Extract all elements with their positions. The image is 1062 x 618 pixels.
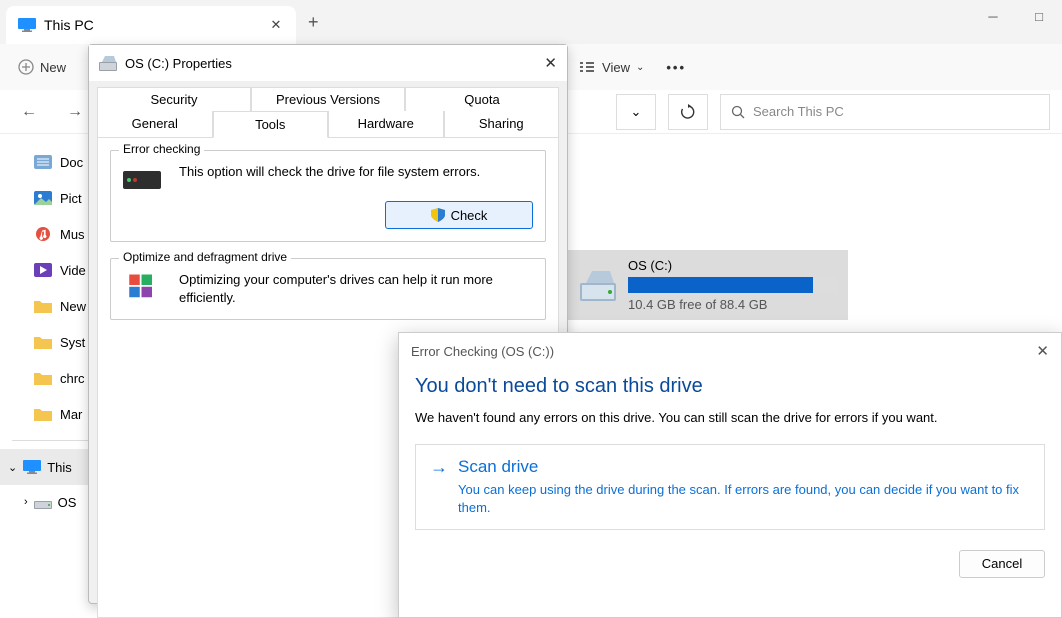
view-button[interactable]: View ⌄ <box>578 60 644 75</box>
group-description: Optimizing your computer's drives can he… <box>179 271 533 307</box>
drive-name: OS (C:) <box>628 258 838 273</box>
tab-row-2: General Tools Hardware Sharing <box>97 111 559 138</box>
address-dropdown[interactable]: ⌄ <box>616 94 656 130</box>
scan-description: You can keep using the drive during the … <box>458 481 1030 517</box>
drive-icon <box>578 265 618 305</box>
usage-bar-fill <box>628 277 813 293</box>
new-button[interactable]: New <box>18 59 66 75</box>
defrag-icon <box>123 271 167 299</box>
optimize-group: Optimize and defragment drive Optimizing… <box>110 258 546 320</box>
chevron-down-icon: ⌄ <box>636 62 644 73</box>
back-button[interactable]: ← <box>12 103 46 121</box>
sidebar-item-label: chrc <box>60 371 85 386</box>
chevron-right-icon: › <box>24 496 28 508</box>
folder-icon <box>34 407 52 421</box>
scan-drive-option[interactable]: → Scan drive You can keep using the driv… <box>415 444 1045 530</box>
new-tab-button[interactable]: + <box>308 12 319 33</box>
cancel-button[interactable]: Cancel <box>959 550 1045 578</box>
more-button[interactable]: ••• <box>666 60 686 75</box>
cancel-label: Cancel <box>982 556 1022 571</box>
check-button[interactable]: Check <box>385 201 533 229</box>
dialog-title: OS (C:) Properties <box>125 56 544 71</box>
sidebar-item-label: This <box>47 460 72 475</box>
tab-general[interactable]: General <box>97 111 213 138</box>
videos-icon <box>34 263 52 277</box>
monitor-icon <box>23 460 41 474</box>
tab-close-icon[interactable]: ✕ <box>268 17 284 33</box>
search-icon <box>731 105 745 119</box>
sidebar-item-label: Doc <box>60 155 83 170</box>
plus-circle-icon <box>18 59 34 75</box>
monitor-icon <box>18 18 36 32</box>
arrow-right-icon: → <box>430 457 448 478</box>
search-placeholder: Search This PC <box>753 104 844 119</box>
tab-previous-versions[interactable]: Previous Versions <box>251 87 405 111</box>
tab-label: This PC <box>44 17 268 33</box>
chevron-down-icon: ⌄ <box>8 461 17 474</box>
drive-check-icon <box>123 163 167 191</box>
folder-icon <box>34 335 52 349</box>
forward-button[interactable]: → <box>58 103 92 121</box>
drive-icon <box>99 55 117 71</box>
view-label: View <box>602 60 630 75</box>
dialog-titlebar[interactable]: Error Checking (OS (C:)) ✕ <box>399 333 1061 369</box>
tab-security[interactable]: Security <box>97 87 251 111</box>
close-button[interactable]: ✕ <box>544 54 557 72</box>
drive-icon <box>34 495 52 509</box>
maximize-button[interactable]: □ <box>1016 0 1062 32</box>
sidebar-item-label: Vide <box>60 263 86 278</box>
sidebar-item-label: Mar <box>60 407 82 422</box>
tab-quota[interactable]: Quota <box>405 87 559 111</box>
shield-icon <box>431 208 445 222</box>
folder-icon <box>34 299 52 313</box>
dialog-body-text: We haven't found any errors on this driv… <box>399 408 1061 444</box>
tab-this-pc[interactable]: This PC ✕ <box>6 6 296 44</box>
usage-bar <box>628 277 838 293</box>
chevron-down-icon: ⌄ <box>631 104 642 120</box>
search-box[interactable]: Search This PC <box>720 94 1050 130</box>
dialog-heading: You don't need to scan this drive <box>399 369 1061 408</box>
dialog-title: Error Checking (OS (C:)) <box>411 344 554 359</box>
scan-label: Scan drive <box>458 457 1030 477</box>
error-checking-dialog: Error Checking (OS (C:)) ✕ You don't nee… <box>398 332 1062 618</box>
drive-free-text: 10.4 GB free of 88.4 GB <box>628 297 838 312</box>
group-title: Optimize and defragment drive <box>119 250 291 264</box>
sidebar-item-label: Pict <box>60 191 82 206</box>
refresh-button[interactable] <box>668 94 708 130</box>
minimize-button[interactable]: ─ <box>970 0 1016 32</box>
tab-sharing[interactable]: Sharing <box>444 111 560 138</box>
folder-icon <box>34 371 52 385</box>
sidebar-item-label: OS <box>58 495 77 510</box>
documents-icon <box>34 155 52 169</box>
group-description: This option will check the drive for fil… <box>179 163 533 191</box>
drive-info: OS (C:) 10.4 GB free of 88.4 GB <box>628 258 838 312</box>
close-button[interactable]: ✕ <box>1036 342 1049 360</box>
tab-tools[interactable]: Tools <box>213 111 329 138</box>
button-row: Cancel <box>399 530 1061 578</box>
group-title: Error checking <box>119 142 204 156</box>
refresh-icon <box>680 104 696 120</box>
window-controls: ─ □ <box>970 0 1062 32</box>
check-button-label: Check <box>451 208 488 223</box>
tab-hardware[interactable]: Hardware <box>328 111 444 138</box>
view-icon <box>578 60 596 74</box>
error-checking-group: Error checking This option will check th… <box>110 150 546 242</box>
music-icon <box>34 227 52 241</box>
tab-row-1: Security Previous Versions Quota <box>97 87 559 111</box>
new-label: New <box>40 60 66 75</box>
tab-bar: This PC ✕ + ─ □ <box>0 0 1062 44</box>
pictures-icon <box>34 191 52 205</box>
sidebar-item-label: New <box>60 299 86 314</box>
sidebar-item-label: Mus <box>60 227 85 242</box>
dialog-titlebar[interactable]: OS (C:) Properties ✕ <box>89 45 567 81</box>
drive-tile[interactable]: OS (C:) 10.4 GB free of 88.4 GB <box>568 250 848 320</box>
sidebar-item-label: Syst <box>60 335 85 350</box>
